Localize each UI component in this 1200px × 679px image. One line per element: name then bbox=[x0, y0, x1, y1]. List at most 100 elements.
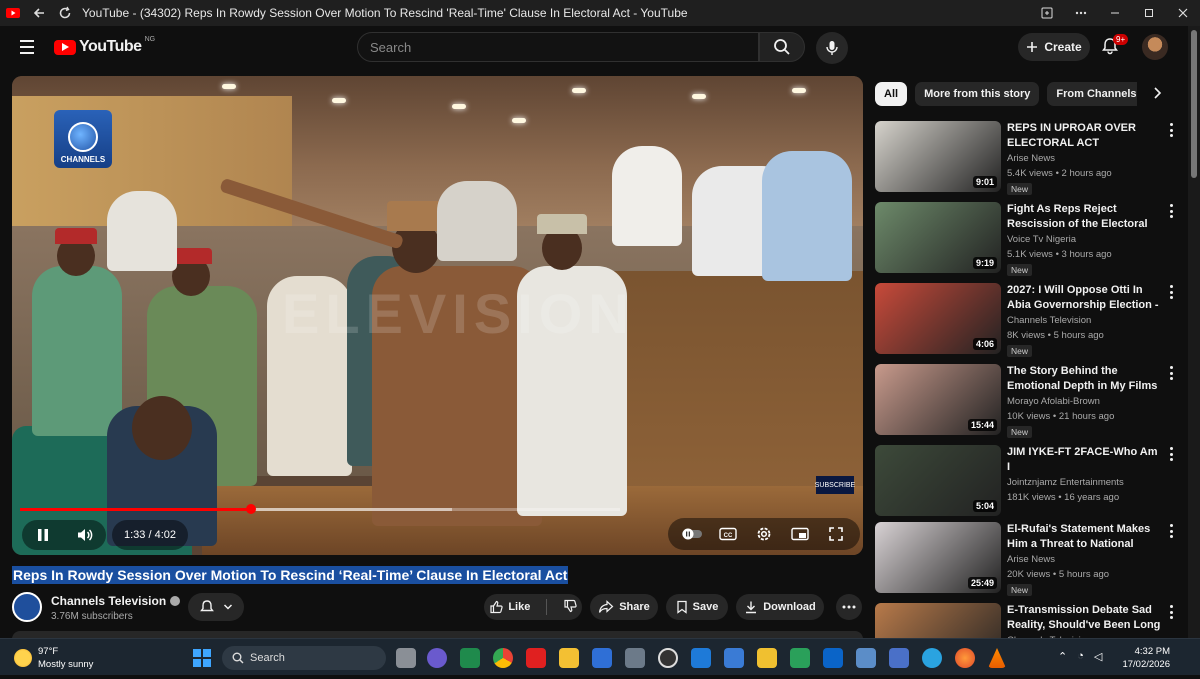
more-vertical-icon[interactable] bbox=[1167, 524, 1175, 538]
account-avatar[interactable] bbox=[1142, 34, 1168, 60]
more-vertical-icon[interactable] bbox=[1167, 285, 1175, 299]
chips-next-button[interactable] bbox=[1150, 86, 1166, 102]
scrollbar-thumb[interactable] bbox=[1191, 30, 1197, 178]
channel-avatar[interactable] bbox=[12, 592, 42, 622]
network-app-icon[interactable] bbox=[856, 648, 876, 668]
notifications-button[interactable]: 9+ bbox=[1100, 34, 1129, 60]
taskbar-search[interactable]: Search bbox=[222, 646, 386, 670]
menu-icon[interactable] bbox=[14, 36, 40, 58]
channel-name[interactable]: Channels Television bbox=[51, 594, 166, 608]
more-vertical-icon[interactable] bbox=[1167, 447, 1175, 461]
chrome-icon[interactable] bbox=[493, 648, 513, 668]
excel-icon[interactable] bbox=[790, 648, 810, 668]
settings-button[interactable] bbox=[748, 519, 780, 549]
search-input[interactable]: Search bbox=[357, 32, 759, 62]
recommended-video-title[interactable]: E-Transmission Debate Sad Reality, Shoul… bbox=[1007, 603, 1162, 633]
recommended-video-title[interactable]: The Story Behind the Emotional Depth in … bbox=[1007, 364, 1162, 394]
filter-chip[interactable]: All bbox=[875, 82, 908, 106]
progress-scrubber[interactable] bbox=[246, 504, 256, 514]
recommended-video[interactable]: 9:01 REPS IN UPROAR OVER ELECTORAL ACT AM… bbox=[875, 121, 1175, 197]
recommended-video-channel[interactable]: Arise News bbox=[1007, 153, 1055, 164]
video-thumbnail[interactable]: 9:01 bbox=[875, 121, 1001, 192]
chevron-up-icon[interactable]: ⌃ bbox=[1058, 650, 1067, 663]
recommended-video[interactable]: 25:49 El-Rufai's Statement Makes Him a Th… bbox=[875, 522, 1175, 598]
more-vertical-icon[interactable] bbox=[1167, 366, 1175, 380]
recommended-video[interactable]: 15:44 The Story Behind the Emotional Dept… bbox=[875, 364, 1175, 440]
recommended-video-channel[interactable]: Jointznjamz Entertainments bbox=[1007, 477, 1124, 488]
calculator-icon[interactable] bbox=[625, 648, 645, 668]
create-button[interactable]: Create bbox=[1018, 33, 1090, 61]
maximize-icon[interactable] bbox=[1132, 0, 1166, 26]
cast-icon[interactable] bbox=[1030, 0, 1064, 26]
more-vertical-icon[interactable] bbox=[1167, 204, 1175, 218]
recommended-video[interactable]: 4:06 2027: I Will Oppose Otti In Abia Gov… bbox=[875, 283, 1175, 359]
back-arrow-icon[interactable] bbox=[26, 0, 52, 26]
subscribe-overlay[interactable]: SUBSCRIBE bbox=[815, 476, 855, 494]
like-button[interactable]: Like bbox=[489, 600, 530, 614]
search-button[interactable] bbox=[759, 32, 805, 62]
more-vertical-icon[interactable] bbox=[1167, 605, 1175, 619]
recommended-video-channel[interactable]: Morayo Afolabi-Brown bbox=[1007, 396, 1100, 407]
recommended-video-title[interactable]: Fight As Reps Reject Rescission of the E… bbox=[1007, 202, 1162, 232]
word-icon[interactable] bbox=[889, 648, 909, 668]
voice-search-button[interactable] bbox=[816, 32, 848, 64]
pause-button[interactable] bbox=[27, 520, 59, 550]
recommended-video-channel[interactable]: Voice Tv Nigeria bbox=[1007, 234, 1076, 245]
video-thumbnail[interactable]: 25:49 bbox=[875, 522, 1001, 593]
reload-icon[interactable] bbox=[52, 0, 78, 26]
volume-button[interactable] bbox=[69, 520, 101, 550]
autoplay-toggle[interactable] bbox=[676, 519, 708, 549]
recommended-video-channel[interactable]: Channels Television bbox=[1007, 315, 1091, 326]
recommended-video-title[interactable]: JIM IYKE-FT 2FACE-Who Am I bbox=[1007, 445, 1162, 475]
outlook-icon[interactable] bbox=[823, 648, 843, 668]
wifi-icon[interactable]: ◔ bbox=[1077, 650, 1084, 663]
close-icon[interactable] bbox=[1166, 0, 1200, 26]
video-thumbnail[interactable]: 4:06 bbox=[875, 283, 1001, 354]
subscription-bell-button[interactable] bbox=[188, 593, 244, 621]
store-icon[interactable] bbox=[592, 648, 612, 668]
recommended-video-title[interactable]: El-Rufai's Statement Makes Him a Threat … bbox=[1007, 522, 1162, 552]
save-button[interactable]: Save bbox=[666, 594, 728, 620]
telegram-icon[interactable] bbox=[922, 648, 942, 668]
video-progress-bar[interactable] bbox=[20, 504, 620, 514]
more-vertical-icon[interactable] bbox=[1167, 123, 1175, 137]
video-thumbnail[interactable]: 15:44 bbox=[875, 364, 1001, 435]
channel-name-row[interactable]: Channels Television bbox=[51, 594, 181, 608]
subtitles-button[interactable]: CC bbox=[712, 519, 744, 549]
filter-chip[interactable]: From Channels Television bbox=[1047, 82, 1137, 106]
firefox-icon[interactable] bbox=[955, 648, 975, 668]
teams-chat-icon[interactable] bbox=[427, 648, 447, 668]
windows-start-button[interactable] bbox=[193, 649, 211, 667]
recommended-video-channel[interactable]: Arise News bbox=[1007, 554, 1055, 565]
remote-desktop-icon[interactable] bbox=[724, 648, 744, 668]
vlc-icon[interactable] bbox=[988, 648, 1006, 668]
download-button[interactable]: Download bbox=[736, 594, 824, 620]
recommended-video-title[interactable]: 2027: I Will Oppose Otti In Abia Governo… bbox=[1007, 283, 1162, 313]
youtube-app-icon[interactable] bbox=[526, 648, 546, 668]
recommended-video[interactable]: 9:19 Fight As Reps Reject Rescission of t… bbox=[875, 202, 1175, 278]
sticky-notes-icon[interactable] bbox=[757, 648, 777, 668]
recommended-video-title[interactable]: REPS IN UPROAR OVER ELECTORAL ACT AMENDM… bbox=[1007, 121, 1162, 151]
filter-chip[interactable]: More from this story bbox=[915, 82, 1040, 106]
media-player-icon[interactable] bbox=[658, 648, 678, 668]
task-view-icon[interactable] bbox=[396, 648, 416, 668]
recommended-video[interactable]: 5:04 JIM IYKE-FT 2FACE-Who Am I Jointznjam… bbox=[875, 445, 1175, 521]
page-scrollbar[interactable] bbox=[1188, 26, 1200, 638]
video-thumbnail[interactable]: 5:04 bbox=[875, 445, 1001, 516]
youtube-logo[interactable]: YouTube NG bbox=[54, 36, 155, 56]
fullscreen-button[interactable] bbox=[820, 519, 852, 549]
dislike-button[interactable] bbox=[563, 599, 577, 616]
miniplayer-button[interactable] bbox=[784, 519, 816, 549]
more-actions-button[interactable] bbox=[836, 594, 862, 620]
video-thumbnail[interactable]: 9:19 bbox=[875, 202, 1001, 273]
speaker-icon[interactable]: ◁ bbox=[1094, 650, 1102, 663]
system-clock[interactable]: 4:32 PM 17/02/2026 bbox=[1118, 645, 1170, 671]
file-explorer-icon[interactable] bbox=[559, 648, 579, 668]
weather-widget[interactable]: 97°F Mostly sunny bbox=[14, 645, 93, 671]
meet-icon[interactable] bbox=[460, 648, 480, 668]
video-player[interactable]: ELEVISION CHANNELS SUBSCRIBE 1:33 / 4:02… bbox=[12, 76, 863, 555]
share-button[interactable]: Share bbox=[590, 594, 658, 620]
more-options-icon[interactable] bbox=[1064, 0, 1098, 26]
photos-icon[interactable] bbox=[691, 648, 711, 668]
minimize-icon[interactable] bbox=[1098, 0, 1132, 26]
